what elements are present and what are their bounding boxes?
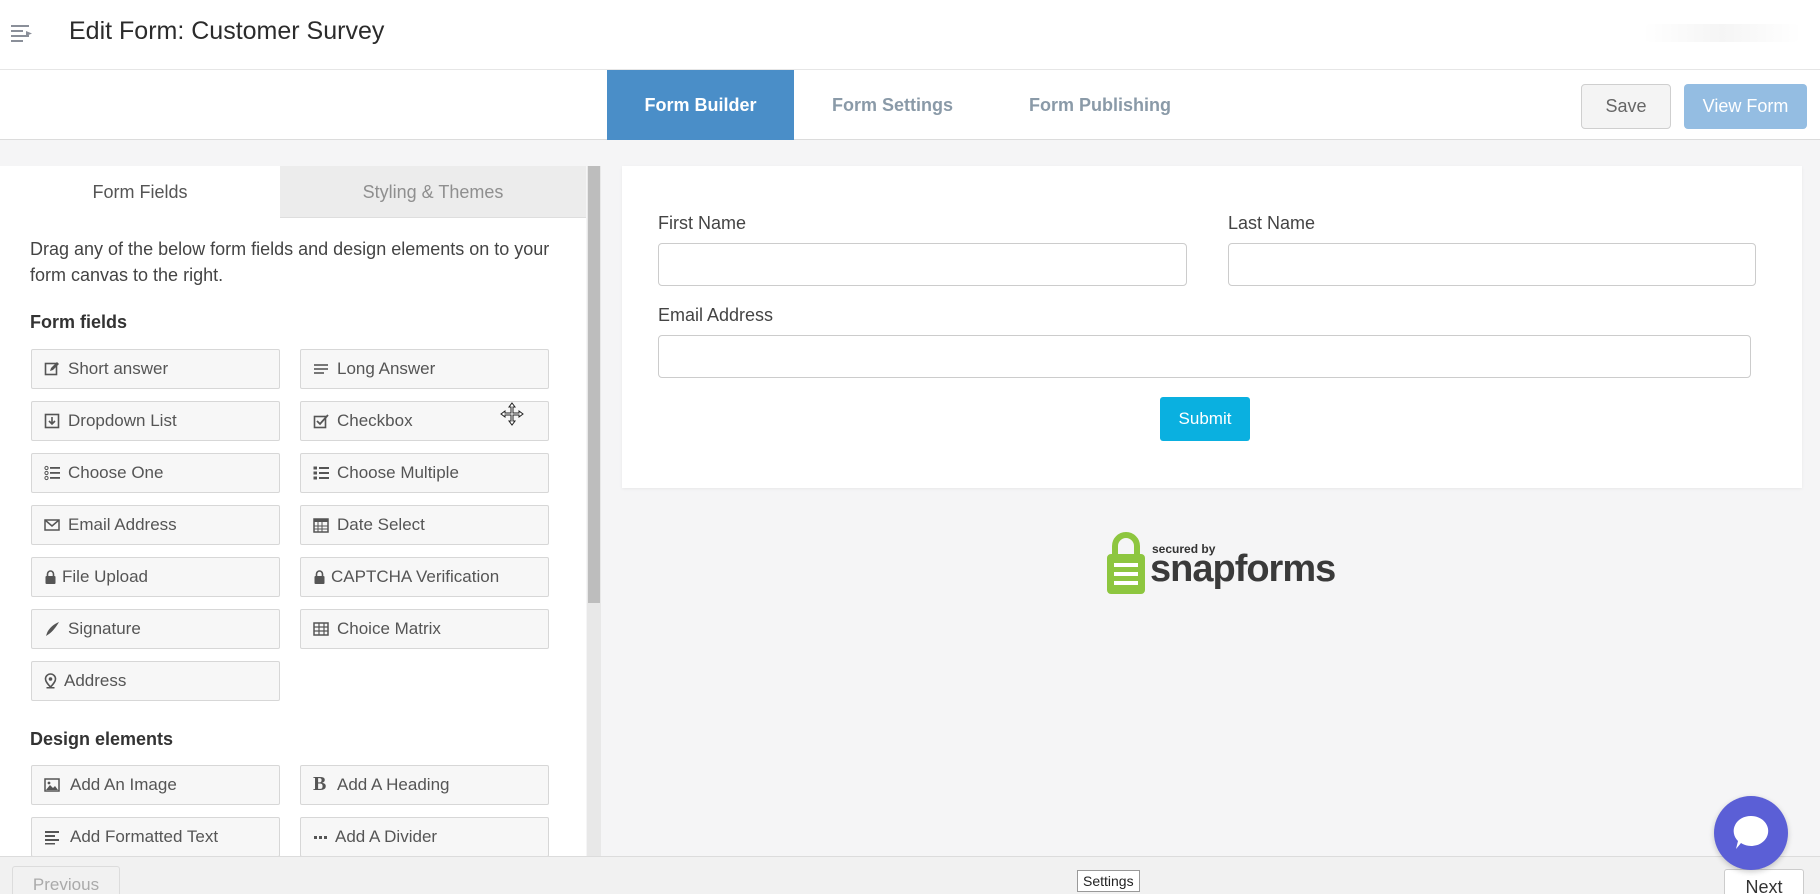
fields-panel: Form Fields Styling & Themes Drag any of…	[0, 166, 586, 856]
padlock-logo-icon	[1107, 532, 1145, 594]
field-label: File Upload	[62, 567, 148, 586]
field-label: Date Select	[337, 515, 425, 534]
tab-form-publishing[interactable]: Form Publishing	[1010, 70, 1190, 140]
panel-description: Drag any of the below form fields and de…	[30, 239, 550, 285]
last-name-label: Last Name	[1228, 213, 1316, 233]
bullet-list-icon	[313, 466, 329, 480]
settings-tooltip: Settings	[1077, 870, 1140, 892]
email-address-label: Email Address	[658, 305, 774, 325]
field-label: Signature	[68, 619, 141, 638]
field-label: Add A Divider	[335, 827, 438, 846]
table-icon	[313, 622, 329, 636]
image-icon	[44, 778, 60, 792]
tab-form-fields[interactable]: Form Fields	[0, 166, 280, 218]
field-label: Checkbox	[337, 411, 413, 430]
field-choose-one[interactable]: Choose One	[31, 453, 280, 493]
checkbox-icon	[313, 414, 329, 429]
tab-styling-themes[interactable]: Styling & Themes	[280, 166, 586, 218]
first-name-input[interactable]	[658, 243, 1187, 286]
edit-icon	[44, 362, 59, 376]
field-label: Dropdown List	[68, 411, 177, 430]
envelope-icon	[44, 519, 60, 531]
page-title: Edit Form: Customer Survey	[69, 17, 385, 45]
field-captcha-verification[interactable]: CAPTCHA Verification	[300, 557, 549, 597]
next-button[interactable]: Next	[1724, 869, 1804, 894]
lock-icon	[314, 570, 325, 584]
submit-button[interactable]: Submit	[1160, 397, 1250, 441]
design-add-formatted-text[interactable]: Add Formatted Text	[31, 817, 280, 856]
field-label: CAPTCHA Verification	[331, 567, 500, 586]
design-add-heading[interactable]: B Add A Heading	[300, 765, 549, 805]
map-pin-icon	[44, 673, 57, 689]
field-file-upload[interactable]: File Upload	[31, 557, 280, 597]
bottom-bar	[0, 856, 1820, 894]
chat-widget-button[interactable]	[1714, 796, 1788, 870]
field-label: Add An Image	[70, 775, 177, 794]
field-label: Add A Heading	[337, 775, 450, 794]
field-label: Address	[64, 671, 127, 690]
field-dropdown-list[interactable]: Dropdown List	[31, 401, 280, 441]
scrollbar-thumb[interactable]	[588, 166, 600, 603]
calendar-icon	[313, 518, 329, 533]
first-name-label: First Name	[658, 213, 747, 233]
secured-by-badge: secured by snapforms	[1105, 530, 1336, 595]
bold-icon: B	[313, 773, 327, 795]
user-menu[interactable]	[1642, 24, 1802, 42]
last-name-input[interactable]	[1228, 243, 1756, 286]
field-label: Email Address	[68, 515, 177, 534]
field-choose-multiple[interactable]: Choose Multiple	[300, 453, 549, 493]
design-elements-heading: Design elements	[30, 729, 174, 749]
text-lines-icon	[314, 364, 328, 374]
view-form-button[interactable]: View Form	[1684, 84, 1807, 129]
field-label: Long Answer	[337, 359, 436, 378]
chat-bubble-icon	[1733, 815, 1769, 849]
field-date-select[interactable]: Date Select	[300, 505, 549, 545]
field-label: Choose Multiple	[337, 463, 459, 482]
email-address-input[interactable]	[658, 335, 1751, 378]
design-add-image[interactable]: Add An Image	[31, 765, 280, 805]
top-header: Edit Form: Customer Survey	[0, 0, 1820, 70]
builder-tab-bar: Form Builder Form Settings Form Publishi…	[0, 70, 1820, 140]
field-choice-matrix[interactable]: Choice Matrix	[300, 609, 549, 649]
previous-button[interactable]: Previous	[12, 866, 120, 894]
radio-list-icon	[44, 465, 60, 481]
field-short-answer[interactable]: Short answer	[31, 349, 280, 389]
save-button[interactable]: Save	[1581, 84, 1671, 129]
field-address[interactable]: Address	[31, 661, 280, 701]
ellipsis-icon	[314, 836, 327, 839]
pen-icon	[46, 622, 59, 636]
tab-form-settings[interactable]: Form Settings	[810, 70, 975, 140]
panel-scrollbar[interactable]	[587, 166, 601, 856]
design-add-divider[interactable]: Add A Divider	[300, 817, 549, 856]
form-fields-heading: Form fields	[30, 312, 128, 332]
dropdown-icon	[44, 413, 60, 429]
field-label: Choice Matrix	[337, 619, 441, 638]
field-label: Choose One	[68, 463, 164, 482]
field-email-address[interactable]: Email Address	[31, 505, 280, 545]
menu-toggle-icon[interactable]	[10, 22, 34, 44]
brand-logo-text: snapforms	[1150, 548, 1336, 590]
lock-icon	[45, 570, 56, 584]
field-long-answer[interactable]: Long Answer	[300, 349, 549, 389]
align-left-icon	[45, 831, 59, 845]
field-label: Add Formatted Text	[70, 827, 219, 846]
field-signature[interactable]: Signature	[31, 609, 280, 649]
tab-form-builder[interactable]: Form Builder	[607, 70, 794, 140]
field-label: Short answer	[68, 359, 169, 378]
move-cursor-icon	[500, 402, 524, 426]
